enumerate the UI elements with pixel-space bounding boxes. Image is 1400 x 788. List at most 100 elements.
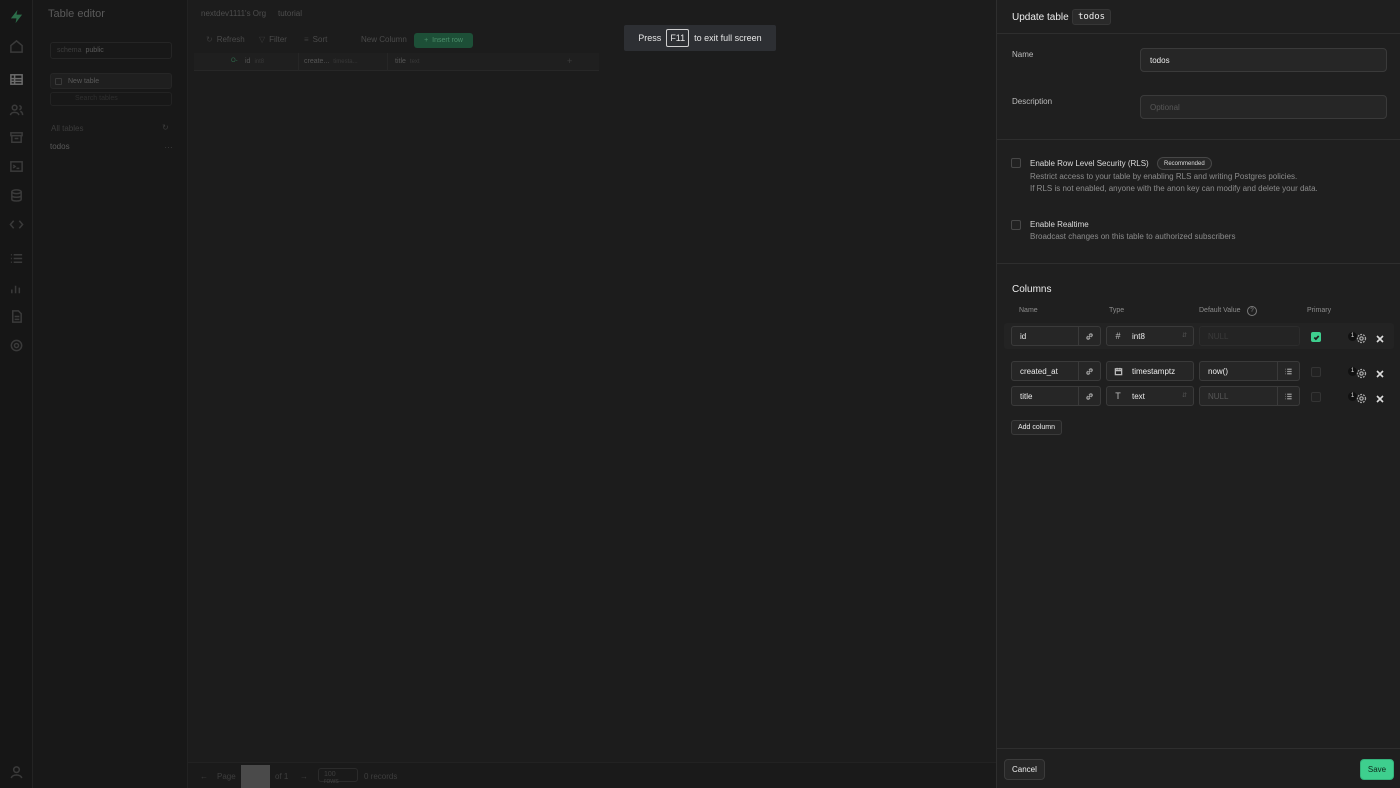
rls-title: Enable Row Level Security (RLS) <box>1030 159 1149 168</box>
gear-icon[interactable] <box>1356 331 1367 344</box>
description-input[interactable]: Optional <box>1140 95 1387 119</box>
link-icon[interactable] <box>1078 327 1100 345</box>
default-value-input[interactable]: now() <box>1199 361 1300 381</box>
user-icon[interactable] <box>9 765 24 780</box>
rls-checkbox[interactable] <box>1011 158 1021 168</box>
table-options-icon[interactable]: … <box>164 140 173 150</box>
next-page-icon[interactable]: → <box>300 772 308 781</box>
sql-editor-icon[interactable] <box>9 159 24 174</box>
remove-column-icon[interactable] <box>1375 366 1385 378</box>
insert-row-label: Insert row <box>432 37 463 44</box>
column-name-value: title <box>1020 392 1033 401</box>
storage-icon[interactable] <box>9 130 24 145</box>
table-editor-sidebar: Table editor schema public New table Sear… <box>33 0 188 788</box>
column-type-value: text <box>1132 392 1145 401</box>
sort-button[interactable]: ≡ Sort <box>304 35 327 44</box>
column-header-name: title <box>395 58 406 65</box>
insert-row-button[interactable]: + Insert row <box>414 33 473 48</box>
default-value: now() <box>1208 367 1229 376</box>
schema-selector[interactable]: schema public <box>50 42 172 59</box>
table-name-input[interactable]: todos <box>1140 48 1387 72</box>
remove-column-icon[interactable] <box>1375 391 1385 403</box>
column-header-name: id <box>245 58 251 65</box>
logs-icon[interactable] <box>9 251 24 266</box>
new-column-button[interactable]: New Column <box>361 35 407 44</box>
schema-value: public <box>85 47 104 54</box>
default-value-input[interactable]: NULL <box>1199 386 1300 406</box>
toast-key: F11 <box>666 29 690 47</box>
column-header-created-at[interactable]: create... timesta... <box>304 58 358 65</box>
gear-icon[interactable] <box>1356 366 1367 379</box>
remove-column-icon[interactable] <box>1375 331 1385 343</box>
database-icon[interactable] <box>9 188 24 203</box>
prev-page-icon[interactable]: ← <box>200 772 208 781</box>
column-name-input[interactable]: created_at <box>1011 361 1101 381</box>
link-icon[interactable] <box>1078 362 1100 380</box>
settings-icon[interactable] <box>9 338 24 353</box>
column-name-input[interactable]: title <box>1011 386 1101 406</box>
column-divider <box>387 53 388 71</box>
update-table-panel: Update table todos Name todos Descriptio… <box>996 0 1400 788</box>
add-column-icon[interactable]: + <box>567 56 572 66</box>
hash-icon: # <box>1115 331 1121 341</box>
filter-button[interactable]: ▽ Filter <box>259 35 287 44</box>
suggestions-list-icon[interactable] <box>1277 362 1299 380</box>
panel-title: Update table <box>1012 12 1069 23</box>
column-type-select[interactable]: # int8 ⇵ <box>1106 326 1194 346</box>
new-table-label: New table <box>68 77 100 85</box>
cancel-button[interactable]: Cancel <box>1004 759 1045 780</box>
home-icon[interactable] <box>9 39 24 54</box>
column-type-value: int8 <box>1132 332 1145 341</box>
filter-label: Filter <box>269 35 287 44</box>
refresh-icon: ↻ <box>206 35 213 44</box>
column-header-title[interactable]: title text <box>395 58 420 65</box>
sidebar-item-todos[interactable]: todos <box>50 142 70 151</box>
sort-icon: ≡ <box>304 35 309 44</box>
add-column-button[interactable]: Add column <box>1011 420 1062 435</box>
calendar-icon <box>1113 366 1123 376</box>
new-column-label: New Column <box>361 35 407 44</box>
save-button[interactable]: Save <box>1360 759 1394 780</box>
realtime-checkbox[interactable] <box>1011 220 1021 230</box>
rows-per-page-select[interactable]: 100 rows <box>318 768 358 785</box>
primary-key-checkbox[interactable] <box>1311 332 1321 342</box>
name-label: Name <box>1012 50 1034 59</box>
help-icon[interactable]: ? <box>1247 306 1257 316</box>
supabase-logo-icon[interactable] <box>9 9 24 24</box>
breadcrumb-project[interactable]: tutorial <box>278 9 302 18</box>
column-header-id[interactable]: id int8 <box>245 58 264 65</box>
column-type-select[interactable]: timestamptz <box>1106 361 1194 381</box>
table-search-input[interactable]: Search tables <box>50 92 172 106</box>
column-header-type: timesta... <box>333 59 358 65</box>
edge-functions-icon[interactable] <box>9 217 24 232</box>
icon-rail <box>0 0 33 788</box>
primary-key-checkbox[interactable] <box>1311 392 1321 402</box>
chevron-updown-icon: ⇵ <box>1181 393 1187 399</box>
primary-key-icon: O- <box>231 58 238 64</box>
auth-icon[interactable] <box>9 102 24 117</box>
column-name-value: created_at <box>1020 367 1058 376</box>
recommended-badge: Recommended <box>1157 157 1212 170</box>
table-editor-icon[interactable] <box>9 72 24 87</box>
grid-header: O- id int8 create... timesta... title text … <box>194 53 599 71</box>
sort-label: Sort <box>312 35 328 44</box>
suggestions-list-icon[interactable] <box>1277 387 1299 405</box>
description-label: Description <box>1012 97 1053 106</box>
column-type-select[interactable]: T text ⇵ <box>1106 386 1194 406</box>
link-icon[interactable] <box>1078 387 1100 405</box>
column-name-input[interactable]: id <box>1011 326 1101 346</box>
reports-icon[interactable] <box>9 281 24 296</box>
primary-key-checkbox[interactable] <box>1311 367 1321 377</box>
refresh-tables-icon[interactable]: ↻ <box>162 123 169 132</box>
column-header-type: text <box>409 59 420 65</box>
api-docs-icon[interactable] <box>9 309 24 324</box>
schema-label: schema <box>57 47 82 54</box>
breadcrumb-org[interactable]: nextdev1111's Org <box>201 9 266 18</box>
realtime-description: Broadcast changes on this table to autho… <box>1030 232 1236 241</box>
new-table-button[interactable]: New table <box>50 73 172 89</box>
refresh-button[interactable]: ↻ Refresh <box>206 35 245 44</box>
page-number-input[interactable] <box>241 765 270 788</box>
divider <box>997 263 1400 264</box>
gear-icon[interactable] <box>1356 391 1367 404</box>
table-name-tag: todos <box>1072 9 1112 25</box>
